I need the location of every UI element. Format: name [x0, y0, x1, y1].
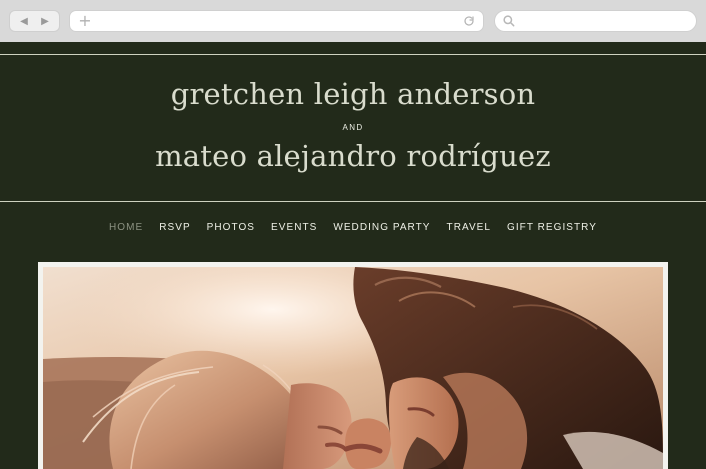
nav-gift-registry[interactable]: GIFT REGISTRY — [507, 222, 597, 236]
hero-photo — [43, 267, 663, 469]
site-header: gretchen leigh anderson AND mateo alejan… — [0, 54, 706, 202]
reload-icon[interactable] — [461, 13, 477, 29]
name-joiner: AND — [342, 123, 364, 132]
search-bar[interactable] — [494, 10, 697, 32]
partner-name-1: gretchen leigh anderson — [170, 77, 536, 111]
partner-name-2: mateo alejandro rodríguez — [155, 139, 551, 173]
search-icon — [502, 14, 518, 30]
browser-window: ◀ ▶ + gretchen leigh anderson AND mateo … — [0, 0, 706, 469]
chevron-right-icon: ▶ — [41, 15, 49, 27]
nav-events[interactable]: EVENTS — [271, 222, 317, 236]
nav-home[interactable]: HOME — [109, 222, 143, 236]
hero-photo-frame — [38, 262, 668, 469]
nav-photos[interactable]: PHOTOS — [207, 222, 255, 236]
back-button[interactable]: ◀ — [13, 14, 35, 28]
couple-kiss-photo — [43, 267, 663, 469]
forward-button[interactable]: ▶ — [34, 14, 56, 28]
plus-icon[interactable]: + — [78, 12, 92, 30]
nav-wedding-party[interactable]: WEDDING PARTY — [333, 222, 430, 236]
browser-toolbar: ◀ ▶ + — [0, 0, 706, 42]
nav-travel[interactable]: TRAVEL — [447, 222, 491, 236]
wedding-site-page: gretchen leigh anderson AND mateo alejan… — [0, 42, 706, 469]
site-navigation: HOME RSVP PHOTOS EVENTS WEDDING PARTY TR… — [0, 222, 706, 236]
nav-rsvp[interactable]: RSVP — [159, 222, 190, 236]
history-controls: ◀ ▶ — [9, 10, 60, 32]
header-bottom-rule — [0, 201, 706, 202]
address-bar[interactable]: + — [69, 10, 484, 32]
chevron-left-icon: ◀ — [20, 15, 28, 27]
